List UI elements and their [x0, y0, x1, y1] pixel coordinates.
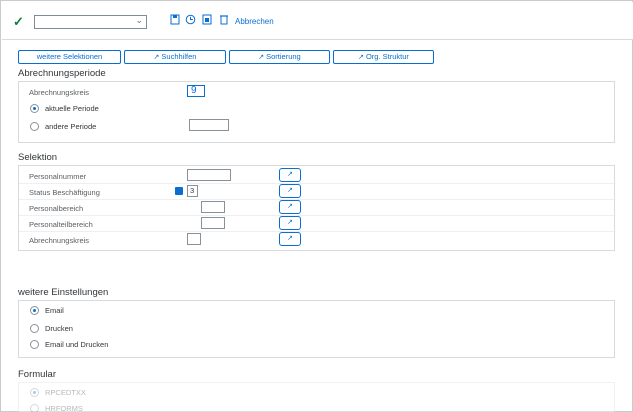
group-abrechnungsperiode: Abrechnungskreis 9 aktuelle Periode ande…: [18, 81, 615, 143]
abrechnungskreis-input[interactable]: 9: [187, 85, 205, 97]
abrechnungskreis-selection-input[interactable]: [187, 233, 201, 245]
window-frame: ✓ ⌄ Abbrechen weitere Selektionen ↗ Suchh…: [0, 0, 633, 412]
abrechnungskreis-selection-label: Abrechnungskreis: [29, 236, 90, 245]
arrow-up-right-icon: ↗: [287, 171, 293, 178]
arrow-up-right-icon: ↗: [287, 235, 293, 242]
sorting-label: Sortierung: [266, 52, 301, 61]
table-row: Personalbereich ↗: [19, 200, 616, 216]
radio-hrforms[interactable]: [30, 404, 39, 412]
arrow-up-right-icon: ↗: [287, 203, 293, 210]
more-selections-label: weitere Selektionen: [36, 52, 103, 61]
cancel-button[interactable]: Abbrechen: [235, 17, 274, 26]
radio-andere-periode[interactable]: [30, 122, 39, 131]
table-row: Abrechnungskreis ↗: [19, 232, 616, 248]
group-weitere-einstellungen: Email Drucken Email und Drucken: [18, 300, 615, 358]
personalbereich-input[interactable]: [201, 201, 225, 213]
status-beschaeftigung-input[interactable]: 3: [187, 185, 198, 197]
status-beschaeftigung-value: 3: [190, 186, 195, 195]
multiple-selection-button[interactable]: ↗: [279, 232, 301, 246]
clock-icon[interactable]: [185, 14, 196, 26]
table-row: Personalnummer ↗: [19, 168, 616, 184]
personalbereich-label: Personalbereich: [29, 204, 84, 213]
arrow-up-right-icon: ↗: [153, 54, 160, 61]
radio-hrforms-label: HRFORMS: [45, 404, 83, 412]
multiple-selection-button[interactable]: ↗: [279, 168, 301, 182]
save-variant-icon[interactable]: [169, 14, 180, 26]
search-helps-label: Suchhilfen: [161, 52, 197, 61]
radio-andere-periode-label: andere Periode: [45, 122, 97, 131]
arrow-up-right-icon: ↗: [287, 187, 293, 194]
arrow-up-right-icon: ↗: [287, 219, 293, 226]
radio-rpcedtxx-label: RPCEDTXX: [45, 388, 86, 397]
section-title-selektion: Selektion: [18, 152, 58, 163]
delete-icon[interactable]: [218, 14, 229, 26]
abrechnungskreis-label: Abrechnungskreis: [29, 88, 90, 97]
section-title-formular: Formular: [18, 369, 57, 380]
personalnummer-input[interactable]: [187, 169, 231, 181]
radio-rpcedtxx[interactable]: [30, 388, 39, 397]
org-structure-label: Org. Struktur: [365, 52, 409, 61]
section-title-weitere-einstellungen: weitere Einstellungen: [18, 287, 109, 298]
table-row: Personalteilbereich ↗: [19, 216, 616, 232]
radio-email-und-drucken[interactable]: [30, 340, 39, 349]
check-icon[interactable]: ✓: [13, 14, 24, 30]
personalteilbereich-input[interactable]: [201, 217, 225, 229]
toolbar: ✓ ⌄ Abbrechen: [2, 2, 633, 40]
radio-aktuelle-periode-label: aktuelle Periode: [45, 104, 99, 113]
table-row: Status Beschäftigung 3 ↗: [19, 184, 616, 200]
radio-email-und-drucken-label: Email und Drucken: [45, 340, 109, 349]
multiple-selection-button[interactable]: ↗: [279, 216, 301, 230]
arrow-up-right-icon: ↗: [358, 54, 364, 61]
status-beschaeftigung-label: Status Beschäftigung: [29, 188, 100, 197]
org-structure-button[interactable]: ↗ Org. Struktur: [333, 50, 434, 64]
andere-periode-input[interactable]: [189, 119, 229, 131]
value-help-icon[interactable]: [175, 187, 183, 195]
radio-drucken-label: Drucken: [45, 324, 73, 333]
abrechnungskreis-value: 9: [191, 85, 197, 96]
radio-email-label: Email: [45, 306, 64, 315]
radio-aktuelle-periode[interactable]: [30, 104, 39, 113]
multiple-selection-button[interactable]: ↗: [279, 200, 301, 214]
radio-drucken[interactable]: [30, 324, 39, 333]
group-selektion: Personalnummer ↗ Status Beschäftigung 3 …: [18, 165, 616, 251]
personalteilbereich-label: Personalteilbereich: [29, 220, 93, 229]
personalnummer-label: Personalnummer: [29, 172, 87, 181]
search-helps-button[interactable]: ↗ Suchhilfen: [124, 50, 226, 64]
radio-email[interactable]: [30, 306, 39, 315]
arrow-up-right-icon: ↗: [258, 54, 265, 61]
variant-dropdown[interactable]: ⌄: [34, 15, 147, 29]
more-selections-button[interactable]: weitere Selektionen: [18, 50, 121, 64]
multiple-selection-button[interactable]: ↗: [279, 184, 301, 198]
chevron-down-icon: ⌄: [135, 15, 143, 25]
group-formular: RPCEDTXX HRFORMS: [18, 382, 615, 412]
sorting-button[interactable]: ↗ Sortierung: [229, 50, 330, 64]
section-title-abrechnungsperiode: Abrechnungsperiode: [18, 68, 106, 79]
select-icon[interactable]: [201, 14, 212, 26]
